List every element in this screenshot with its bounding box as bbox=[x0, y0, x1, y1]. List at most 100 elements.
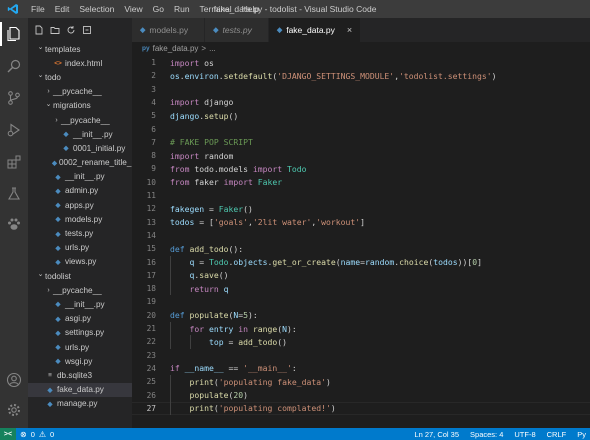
menu-run[interactable]: Run bbox=[169, 0, 195, 18]
tree-file[interactable]: ◆ __init__.py bbox=[28, 297, 132, 311]
refresh-icon[interactable] bbox=[66, 25, 76, 35]
code-line[interactable]: 14 bbox=[132, 229, 590, 242]
tree-file[interactable]: ◆ wsgi.py bbox=[28, 354, 132, 368]
code-line[interactable]: 19 bbox=[132, 295, 590, 308]
tab-tests-py[interactable]: ◆ tests.py bbox=[205, 18, 269, 42]
warnings-icon[interactable]: ⚠ bbox=[39, 430, 46, 439]
code-line[interactable]: 6 bbox=[132, 123, 590, 136]
tree-item-label: settings.py bbox=[65, 328, 105, 338]
collapse-all-icon[interactable] bbox=[82, 25, 92, 35]
code-line[interactable]: 8 import random bbox=[132, 149, 590, 162]
tree-file[interactable]: ◆ 0002_rename_title_... bbox=[28, 156, 132, 170]
extensions-icon[interactable] bbox=[0, 148, 28, 176]
code-line[interactable]: 24 if __name__ == '__main__': bbox=[132, 362, 590, 375]
tree-file[interactable]: ◆ urls.py bbox=[28, 340, 132, 354]
code-token: Faker bbox=[257, 177, 283, 188]
remote-indicator-icon[interactable]: >< bbox=[0, 428, 16, 440]
tree-file[interactable]: ◆ __init__.py bbox=[28, 170, 132, 184]
tree-folder[interactable]: › __pycache__ bbox=[28, 283, 132, 297]
menu-terminal[interactable]: Terminal bbox=[195, 0, 237, 18]
code-line[interactable]: 16 q = Todo.objects.get_or_create(name=r… bbox=[132, 256, 590, 269]
code-line[interactable]: 7 # FAKE POP SCRIPT bbox=[132, 136, 590, 149]
tree-file[interactable]: ◆ asgi.py bbox=[28, 312, 132, 326]
indentation[interactable]: Spaces: 4 bbox=[470, 430, 503, 439]
code-line[interactable]: 2 os.environ.setdefault('DJANGO_SETTINGS_… bbox=[132, 69, 590, 82]
menu-view[interactable]: View bbox=[119, 0, 147, 18]
code-line[interactable]: 10 from faker import Faker bbox=[132, 176, 590, 189]
menu-go[interactable]: Go bbox=[148, 0, 169, 18]
errors-icon[interactable]: ⊗ bbox=[20, 430, 27, 439]
code-token: (): bbox=[228, 243, 244, 254]
tree-folder[interactable]: ⌄ todolist bbox=[28, 269, 132, 283]
tree-file[interactable]: ≡ db.sqlite3 bbox=[28, 368, 132, 382]
breadcrumb-file[interactable]: fake_data.py bbox=[153, 44, 199, 53]
tree-file[interactable]: ◆ apps.py bbox=[28, 198, 132, 212]
code-line[interactable]: 23 bbox=[132, 349, 590, 362]
tab-models-py[interactable]: ◆ models.py bbox=[132, 18, 206, 42]
code-line[interactable]: 12 fakegen = Faker() bbox=[132, 202, 590, 215]
language-mode[interactable]: Py bbox=[577, 430, 586, 439]
paw-icon[interactable] bbox=[0, 210, 28, 238]
code-line[interactable]: 5 django.setup() bbox=[132, 109, 590, 122]
tree-file[interactable]: ◆ views.py bbox=[28, 255, 132, 269]
code-line[interactable]: 21 for entry in range(N): bbox=[132, 322, 590, 335]
tree-folder[interactable]: › __pycache__ bbox=[28, 113, 132, 127]
tree-folder[interactable]: ⌄ templates bbox=[28, 42, 132, 56]
code-line[interactable]: 27 print('populating complated!') bbox=[132, 402, 590, 415]
close-tab-icon[interactable]: × bbox=[347, 25, 352, 35]
tree-file[interactable]: ◆ 0001_initial.py bbox=[28, 141, 132, 155]
tree-file[interactable]: ◆ __init__.py bbox=[28, 127, 132, 141]
code-line[interactable]: 3 bbox=[132, 83, 590, 96]
code-line[interactable]: 22 top = add_todo() bbox=[132, 335, 590, 348]
tree-file[interactable]: ◆ settings.py bbox=[28, 326, 132, 340]
code-line[interactable]: 11 bbox=[132, 189, 590, 202]
tree-item-label: __init__.py bbox=[73, 129, 113, 139]
search-icon[interactable] bbox=[0, 52, 28, 80]
account-icon[interactable] bbox=[0, 366, 28, 394]
new-folder-icon[interactable] bbox=[50, 25, 60, 35]
new-file-icon[interactable] bbox=[34, 25, 44, 35]
menu-selection[interactable]: Selection bbox=[74, 0, 119, 18]
breadcrumb-symbol[interactable]: ... bbox=[209, 44, 216, 53]
code-line[interactable]: 4 import django bbox=[132, 96, 590, 109]
tree-file[interactable]: ◆ manage.py bbox=[28, 397, 132, 411]
tree-file[interactable]: ◆ fake_data.py bbox=[28, 382, 132, 397]
code-line[interactable]: 9 from todo.models import Todo bbox=[132, 162, 590, 175]
settings-gear-icon[interactable] bbox=[0, 396, 28, 424]
code-line[interactable]: 20 def populate(N=5): bbox=[132, 309, 590, 322]
tree-file[interactable]: <> index.html bbox=[28, 56, 132, 70]
tree-file[interactable]: ◆ admin.py bbox=[28, 184, 132, 198]
testing-icon[interactable] bbox=[0, 180, 28, 208]
code-editor[interactable]: 1 import os 2 os.environ.setdefault('DJANGO… bbox=[132, 55, 590, 428]
tree-file[interactable]: ◆ models.py bbox=[28, 212, 132, 226]
menu-edit[interactable]: Edit bbox=[50, 0, 75, 18]
encoding[interactable]: UTF-8 bbox=[514, 430, 535, 439]
tab-fake-data-py[interactable]: ◆ fake_data.py × bbox=[268, 18, 362, 42]
tree-folder[interactable]: ⌄ todo bbox=[28, 70, 132, 84]
code-line[interactable]: 26 populate(20) bbox=[132, 389, 590, 402]
menu-help[interactable]: Help bbox=[237, 0, 264, 18]
code-line[interactable]: 17 q.save() bbox=[132, 269, 590, 282]
source-control-icon[interactable] bbox=[0, 84, 28, 112]
errors-count[interactable]: 0 bbox=[31, 430, 35, 439]
python-file-icon: ◆ bbox=[55, 315, 61, 323]
explorer-icon[interactable] bbox=[0, 20, 28, 48]
code-line[interactable]: 25 print('populating fake_data') bbox=[132, 375, 590, 388]
code-line[interactable]: 18 return q bbox=[132, 282, 590, 295]
code-token: 'goals' bbox=[213, 217, 248, 228]
code-line[interactable]: 1 import os bbox=[132, 56, 590, 69]
cursor-position[interactable]: Ln 27, Col 35 bbox=[414, 430, 459, 439]
code-line[interactable]: 15 def add_todo(): bbox=[132, 242, 590, 255]
run-debug-icon[interactable] bbox=[0, 116, 28, 144]
tree-file[interactable]: ◆ tests.py bbox=[28, 226, 132, 240]
menu-file[interactable]: File bbox=[26, 0, 50, 18]
tree-folder[interactable]: › __pycache__ bbox=[28, 85, 132, 99]
line-ending[interactable]: CRLF bbox=[547, 430, 567, 439]
line-number: 13 bbox=[146, 217, 156, 227]
code-line[interactable]: 13 todos = ['goals','2lit water','workout… bbox=[132, 216, 590, 229]
tree-file[interactable]: ◆ urls.py bbox=[28, 241, 132, 255]
code-token: () bbox=[228, 110, 239, 121]
warnings-count[interactable]: 0 bbox=[50, 430, 54, 439]
vscode-logo-icon[interactable] bbox=[0, 0, 26, 18]
tree-folder[interactable]: ⌄ migrations bbox=[28, 99, 132, 113]
